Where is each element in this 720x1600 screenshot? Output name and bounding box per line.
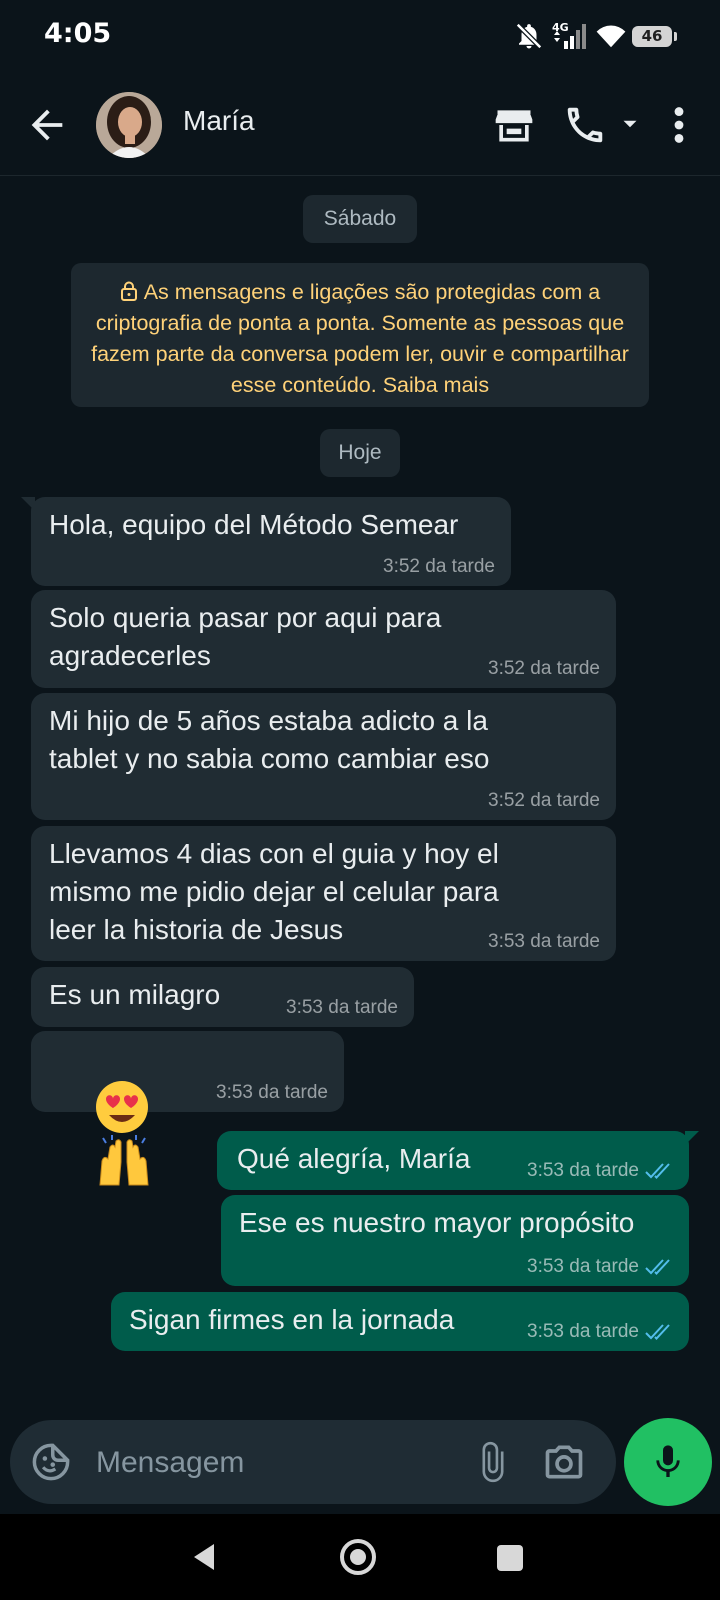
nav-recents-button[interactable]: [496, 1544, 524, 1572]
contact-avatar[interactable]: [96, 92, 162, 158]
paperclip-icon: [482, 1441, 504, 1483]
message-bubble-incoming[interactable]: 😍🙌 3:53 da tarde: [31, 1031, 344, 1186]
heart-eyes-emoji: [95, 1081, 148, 1133]
status-icons: 4G 46: [514, 20, 677, 52]
message-bubble-incoming[interactable]: Mi hijo de 5 años estaba adicto a la tab…: [31, 693, 616, 820]
chat-screen: 4:05 4G 46 María Sábado As mensagens e l…: [0, 0, 720, 1600]
nav-home-icon: [340, 1539, 376, 1575]
message-time: 3:53 da tarde: [286, 997, 398, 1019]
message-time-label: 3:52 da tarde: [488, 658, 600, 679]
status-time: 4:05: [44, 18, 112, 49]
microphone-icon: [656, 1445, 680, 1477]
message-composer: [10, 1420, 616, 1504]
emoji-message: 😍🙌: [47, 1041, 154, 1267]
back-arrow-icon: [31, 109, 63, 141]
nav-recents-icon: [497, 1545, 523, 1571]
bubble-tail: [685, 1131, 699, 1145]
voice-message-button[interactable]: [624, 1418, 712, 1506]
sticker-icon: [32, 1443, 70, 1481]
message-time: 3:53 da tarde: [216, 1082, 328, 1104]
message-bubble-outgoing[interactable]: Qué alegría, María 3:53 da tarde: [217, 1131, 699, 1190]
date-chip-today: Hoje: [320, 429, 400, 477]
more-options-button[interactable]: [664, 102, 694, 148]
message-time: 3:53 da tarde: [527, 1160, 673, 1182]
phone-icon: [567, 107, 603, 143]
encryption-notice-text: As mensagens e ligações são protegidas c…: [91, 280, 629, 397]
message-time-label: 3:53 da tarde: [286, 997, 398, 1018]
message-bubble-incoming[interactable]: Es un milagro 3:53 da tarde: [31, 967, 414, 1027]
message-time-label: 3:53 da tarde: [527, 1160, 639, 1181]
network-type: 4G: [552, 21, 569, 34]
battery-icon: 46: [632, 25, 677, 47]
message-text: Llevamos 4 dias con el guia y hoy el mis…: [49, 838, 499, 945]
chevron-down-icon: [623, 120, 637, 128]
read-ticks-icon: [645, 1324, 670, 1340]
nav-home-button[interactable]: [338, 1537, 378, 1577]
message-input[interactable]: [94, 1434, 438, 1492]
date-chip-saturday: Sábado: [303, 195, 417, 243]
message-text: Mi hijo de 5 años estaba adicto a la tab…: [49, 705, 490, 774]
wifi-icon: [596, 25, 626, 48]
camera-button[interactable]: [542, 1440, 586, 1484]
message-text: Sigan firmes en la jornada: [129, 1304, 455, 1335]
message-time-label: 3:53 da tarde: [216, 1082, 328, 1103]
status-bar: 4:05 4G 46: [0, 0, 720, 75]
message-time: 3:52 da tarde: [383, 556, 495, 578]
camera-icon: [545, 1445, 583, 1479]
message-time-label: 3:52 da tarde: [488, 790, 600, 811]
nav-back-button[interactable]: [188, 1541, 220, 1573]
message-time-label: 3:53 da tarde: [488, 931, 600, 952]
message-time-label: 3:53 da tarde: [527, 1321, 639, 1342]
message-bubble-incoming[interactable]: Hola, equipo del Método Semear 3:52 da t…: [21, 497, 511, 586]
bubble-tail: [21, 497, 35, 511]
encryption-notice[interactable]: As mensagens e ligações são protegidas c…: [71, 263, 649, 407]
raised-hands-emoji: [99, 1135, 149, 1186]
message-time: 3:52 da tarde: [488, 658, 600, 680]
voice-call-button[interactable]: [562, 102, 608, 148]
call-options-button[interactable]: [617, 111, 643, 137]
message-text: Ese es nuestro mayor propósito: [239, 1207, 635, 1238]
store-icon: [495, 110, 533, 142]
signal-icon: 4G: [552, 21, 586, 49]
contact-name[interactable]: María: [183, 105, 255, 137]
message-text: Es un milagro: [49, 979, 221, 1010]
avatar-photo: [96, 92, 162, 158]
chat-header: María: [0, 75, 720, 176]
message-time: 3:53 da tarde: [527, 1321, 673, 1343]
message-text: Qué alegría, María: [237, 1143, 471, 1174]
message-time: 3:52 da tarde: [488, 790, 600, 812]
read-ticks-icon: [645, 1259, 670, 1275]
message-bubble-outgoing[interactable]: Ese es nuestro mayor propósito 3:53 da t…: [221, 1195, 689, 1286]
read-ticks-icon: [645, 1163, 670, 1179]
mute-icon: [515, 22, 543, 50]
back-button[interactable]: [24, 102, 70, 148]
message-time-label: 3:52 da tarde: [383, 556, 495, 577]
nav-back-icon: [194, 1544, 214, 1570]
message-time-label: 3:53 da tarde: [527, 1256, 639, 1277]
message-text: Solo queria pasar por aqui para agradece…: [49, 602, 442, 671]
message-bubble-outgoing[interactable]: Sigan firmes en la jornada 3:53 da tarde: [111, 1292, 689, 1351]
battery-level: 46: [641, 27, 663, 45]
message-text: Hola, equipo del Método Semear: [49, 509, 459, 540]
system-nav-bar: [0, 1514, 720, 1600]
attach-button[interactable]: [472, 1440, 514, 1484]
message-bubble-incoming[interactable]: Solo queria pasar por aqui para agradece…: [31, 590, 616, 688]
sticker-button[interactable]: [30, 1441, 72, 1483]
message-time: 3:53 da tarde: [488, 931, 600, 953]
more-vert-icon: [674, 107, 684, 143]
lock-icon: [120, 281, 137, 301]
message-bubble-incoming[interactable]: Llevamos 4 dias con el guia y hoy el mis…: [31, 826, 616, 961]
catalog-button[interactable]: [492, 103, 536, 147]
message-time: 3:53 da tarde: [527, 1256, 673, 1278]
